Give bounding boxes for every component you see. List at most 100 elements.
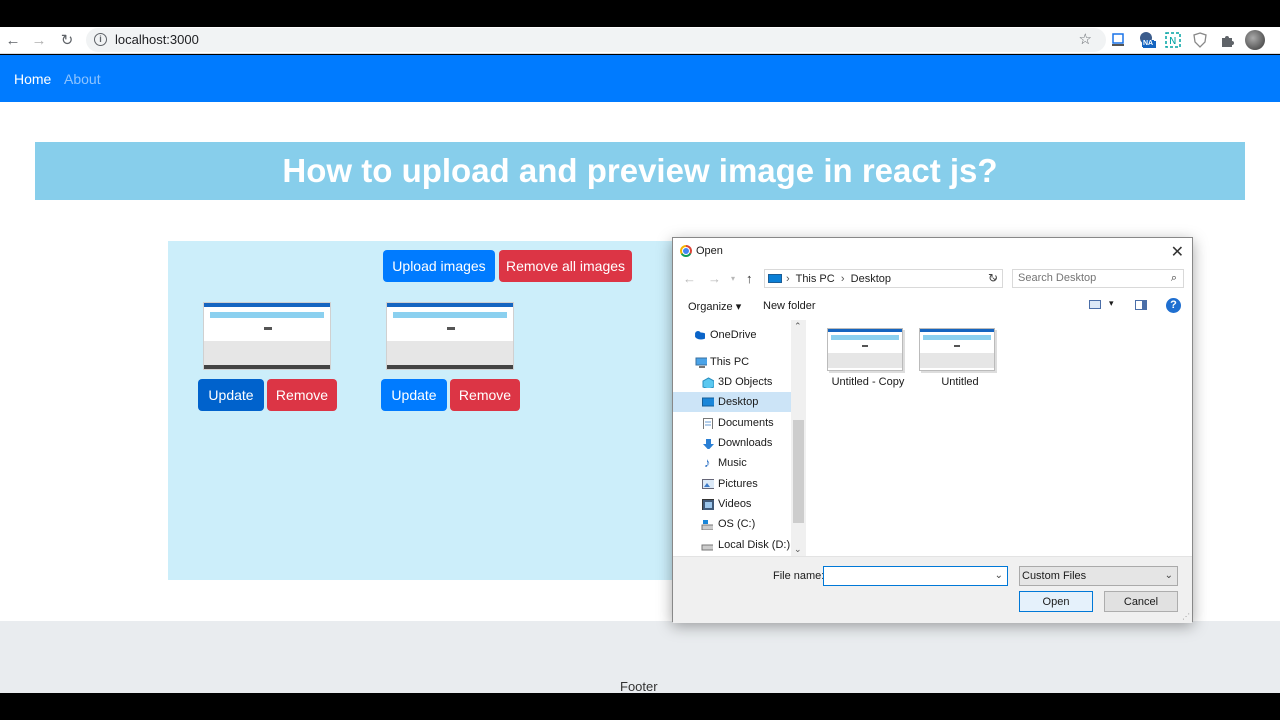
puzzle-icon[interactable] — [1217, 30, 1237, 50]
up-icon[interactable]: ↑ — [746, 271, 753, 286]
nav-item-pictures[interactable]: Pictures — [673, 474, 791, 494]
preview-pane-icon[interactable] — [1135, 300, 1147, 310]
forward-icon[interactable]: → — [29, 30, 49, 50]
info-icon[interactable]: i — [94, 33, 107, 46]
resize-grip[interactable]: ⋰ — [1182, 612, 1190, 621]
address-bar[interactable]: i localhost:3000 ☆ — [86, 28, 1106, 52]
navigation-scrollbar[interactable]: ⌃ ⌄ — [791, 320, 806, 556]
pc-icon — [695, 357, 707, 368]
file-item[interactable]: Untitled - Copy — [813, 328, 904, 398]
history-dropdown-icon[interactable]: ▾ — [731, 274, 735, 283]
search-input[interactable] — [1018, 272, 1158, 284]
close-icon[interactable]: ✕ — [1171, 242, 1184, 262]
breadcrumb-this-pc[interactable]: This PC — [796, 273, 835, 285]
file-name-input[interactable] — [827, 569, 987, 581]
update-button[interactable]: Update — [381, 379, 447, 411]
remove-button[interactable]: Remove — [267, 379, 337, 411]
remove-all-images-button[interactable]: Remove all images — [499, 250, 632, 282]
new-folder-button[interactable]: New folder — [763, 300, 816, 312]
organize-menu[interactable]: Organize ▾ — [688, 300, 741, 313]
nav-item-local-disk-d[interactable]: Local Disk (D:) — [673, 535, 791, 555]
dialog-address-row: ← → ▾ ↑ › This PC › Desktop ⌄ ↻ ⌕ — [673, 267, 1192, 291]
breadcrumb[interactable]: › This PC › Desktop ⌄ — [764, 269, 1003, 288]
nav-item-downloads[interactable]: Downloads — [673, 433, 791, 453]
file-thumbnail — [827, 328, 903, 371]
file-name-label: File name: — [773, 570, 825, 582]
open-file-dialog: Open ✕ ← → ▾ ↑ › This PC › Desktop ⌄ ↻ ⌕… — [672, 237, 1193, 623]
extension-badge: NA — [1142, 40, 1155, 47]
cancel-button[interactable]: Cancel — [1104, 591, 1178, 612]
nav-item-desktop[interactable]: Desktop — [673, 392, 791, 412]
forward-icon[interactable]: → — [708, 271, 721, 286]
file-thumbnail — [919, 328, 995, 371]
dialog-footer: File name: ⌄ Custom Files ⌄ Open Cancel … — [673, 556, 1192, 623]
upload-panel: Upload images Remove all images Update R… — [168, 241, 678, 580]
extension-icon[interactable]: N — [1163, 30, 1183, 50]
nav-about-link[interactable]: About — [64, 71, 101, 87]
update-button[interactable]: Update — [198, 379, 264, 411]
reload-icon[interactable]: ↻ — [57, 30, 77, 50]
dialog-command-bar: Organize ▾ New folder ▾ ? — [673, 295, 1192, 317]
onedrive-icon — [695, 330, 705, 339]
download-icon — [703, 438, 714, 449]
footer: Footer — [0, 621, 1280, 694]
upload-images-button[interactable]: Upload images — [383, 250, 495, 282]
nav-item-3d-objects[interactable]: 3D Objects — [673, 372, 791, 392]
dialog-title: Open — [696, 245, 723, 257]
picture-icon — [702, 478, 714, 489]
video-icon — [702, 498, 714, 510]
nav-item-this-pc[interactable]: This PC — [673, 352, 791, 372]
remove-button[interactable]: Remove — [450, 379, 520, 411]
url-text: localhost:3000 — [115, 32, 199, 47]
scroll-down-icon[interactable]: ⌄ — [794, 544, 802, 555]
nav-item-documents[interactable]: Documents — [673, 413, 791, 433]
nav-home-link[interactable]: Home — [14, 71, 51, 87]
profile-avatar[interactable] — [1245, 30, 1265, 50]
music-icon: ♪ — [704, 455, 711, 470]
file-list: Untitled - Copy Untitled — [813, 320, 1183, 556]
drive-icon — [701, 519, 713, 530]
nav-item-music[interactable]: ♪ Music — [673, 453, 791, 473]
chevron-down-icon: ⌄ — [1164, 570, 1173, 581]
breadcrumb-desktop[interactable]: Desktop — [851, 273, 891, 285]
browser-toolbar: ← → ↻ i localhost:3000 ☆ N NA — [0, 27, 1280, 54]
image-preview — [386, 302, 514, 370]
open-button[interactable]: Open — [1019, 591, 1093, 612]
back-icon[interactable]: ← — [683, 271, 696, 286]
navbar: Home About — [0, 55, 1280, 102]
file-name-combobox[interactable]: ⌄ — [823, 566, 1008, 586]
cube-icon — [702, 376, 714, 388]
disk-icon — [701, 544, 713, 550]
letterbox-bottom — [0, 693, 1280, 720]
dialog-titlebar[interactable]: Open ✕ — [673, 238, 1192, 265]
file-name: Untitled — [941, 376, 979, 388]
nav-item-videos[interactable]: Videos — [673, 494, 791, 514]
back-icon[interactable]: ← — [3, 30, 23, 50]
search-icon: ⌕ — [1170, 272, 1177, 284]
svg-text:N: N — [1169, 36, 1176, 47]
refresh-icon[interactable]: ↻ — [988, 271, 998, 285]
pc-icon — [768, 274, 782, 283]
view-icon[interactable] — [1089, 300, 1101, 309]
letterbox-top — [0, 0, 1280, 27]
chevron-down-icon[interactable]: ⌄ — [995, 570, 1003, 581]
chevron-down-icon[interactable]: ▾ — [1109, 298, 1114, 309]
star-icon[interactable]: ☆ — [1079, 30, 1092, 48]
footer-text: Footer — [620, 679, 658, 694]
image-preview — [203, 302, 331, 370]
desktop-icon — [702, 397, 714, 406]
extension-icon[interactable] — [1108, 30, 1128, 50]
title-banner: How to upload and preview image in react… — [35, 142, 1245, 200]
scroll-up-icon[interactable]: ⌃ — [794, 321, 802, 332]
scroll-thumb[interactable] — [793, 420, 804, 523]
nav-item-os-c[interactable]: OS (C:) — [673, 514, 791, 534]
file-type-select[interactable]: Custom Files ⌄ — [1019, 566, 1178, 586]
file-item[interactable]: Untitled — [905, 328, 995, 398]
help-icon[interactable]: ? — [1166, 298, 1181, 313]
navigation-pane: OneDrive This PC 3D Objects Desktop Docu… — [673, 320, 806, 556]
nav-item-onedrive[interactable]: OneDrive — [673, 325, 791, 345]
shield-icon[interactable] — [1190, 30, 1210, 50]
search-field[interactable]: ⌕ — [1012, 269, 1184, 288]
chrome-icon — [680, 245, 692, 257]
document-icon — [703, 417, 713, 429]
